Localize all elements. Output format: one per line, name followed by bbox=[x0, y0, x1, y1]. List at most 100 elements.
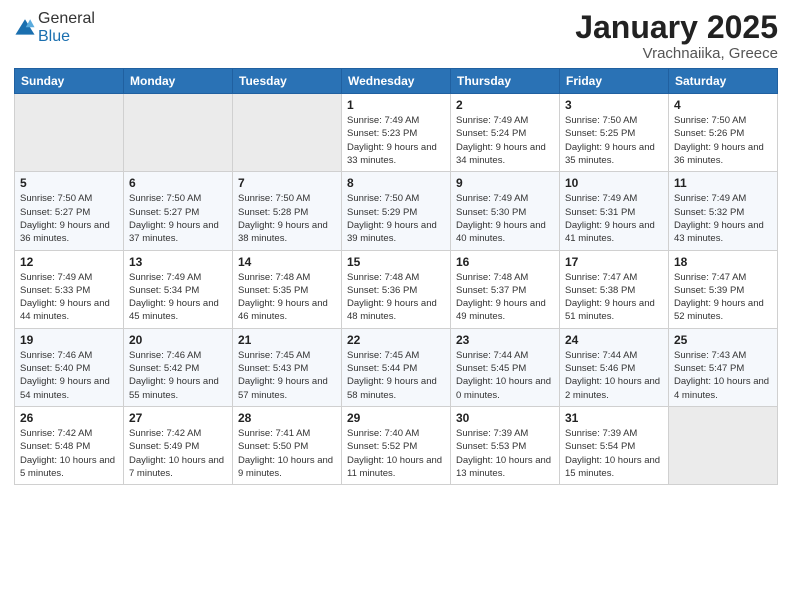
day-cell: 23 Sunrise: 7:44 AMSunset: 5:45 PMDayligh… bbox=[451, 328, 560, 406]
day-info: Sunrise: 7:46 AMSunset: 5:42 PMDaylight:… bbox=[129, 349, 227, 402]
day-info: Sunrise: 7:43 AMSunset: 5:47 PMDaylight:… bbox=[674, 349, 772, 402]
day-info: Sunrise: 7:48 AMSunset: 5:37 PMDaylight:… bbox=[456, 271, 554, 324]
day-header-friday: Friday bbox=[560, 69, 669, 94]
day-cell: 30 Sunrise: 7:39 AMSunset: 5:53 PMDayligh… bbox=[451, 406, 560, 484]
day-cell: 14 Sunrise: 7:48 AMSunset: 5:35 PMDayligh… bbox=[233, 250, 342, 328]
day-cell bbox=[15, 94, 124, 172]
day-info: Sunrise: 7:44 AMSunset: 5:46 PMDaylight:… bbox=[565, 349, 663, 402]
days-header-row: SundayMondayTuesdayWednesdayThursdayFrid… bbox=[15, 69, 778, 94]
day-info: Sunrise: 7:49 AMSunset: 5:33 PMDaylight:… bbox=[20, 271, 118, 324]
day-number: 25 bbox=[674, 333, 772, 347]
day-cell: 18 Sunrise: 7:47 AMSunset: 5:39 PMDayligh… bbox=[669, 250, 778, 328]
day-info: Sunrise: 7:49 AMSunset: 5:24 PMDaylight:… bbox=[456, 114, 554, 167]
day-cell: 17Sunrise: 7:47 AMSunset: 5:38 PMDayligh… bbox=[560, 250, 669, 328]
day-number: 6 bbox=[129, 176, 227, 190]
day-number: 3 bbox=[565, 98, 663, 112]
day-number: 14 bbox=[238, 255, 336, 269]
day-number: 30 bbox=[456, 411, 554, 425]
day-cell: 3 Sunrise: 7:50 AMSunset: 5:25 PMDaylight… bbox=[560, 94, 669, 172]
day-cell: 12 Sunrise: 7:49 AMSunset: 5:33 PMDayligh… bbox=[15, 250, 124, 328]
day-number: 24 bbox=[565, 333, 663, 347]
day-header-saturday: Saturday bbox=[669, 69, 778, 94]
day-info: Sunrise: 7:47 AMSunset: 5:39 PMDaylight:… bbox=[674, 271, 772, 324]
day-number: 22 bbox=[347, 333, 445, 347]
day-cell: 26 Sunrise: 7:42 AMSunset: 5:48 PMDayligh… bbox=[15, 406, 124, 484]
logo-icon bbox=[14, 17, 36, 39]
day-cell: 2 Sunrise: 7:49 AMSunset: 5:24 PMDaylight… bbox=[451, 94, 560, 172]
day-number: 4 bbox=[674, 98, 772, 112]
day-cell: 24 Sunrise: 7:44 AMSunset: 5:46 PMDayligh… bbox=[560, 328, 669, 406]
day-info: Sunrise: 7:49 AMSunset: 5:31 PMDaylight:… bbox=[565, 192, 663, 245]
day-cell bbox=[669, 406, 778, 484]
day-info: Sunrise: 7:50 AMSunset: 5:27 PMDaylight:… bbox=[20, 192, 118, 245]
day-cell: 15 Sunrise: 7:48 AMSunset: 5:36 PMDayligh… bbox=[342, 250, 451, 328]
day-info: Sunrise: 7:42 AMSunset: 5:48 PMDaylight:… bbox=[20, 427, 118, 480]
day-cell bbox=[233, 94, 342, 172]
day-cell: 27 Sunrise: 7:42 AMSunset: 5:49 PMDayligh… bbox=[124, 406, 233, 484]
day-info: Sunrise: 7:48 AMSunset: 5:35 PMDaylight:… bbox=[238, 271, 336, 324]
day-info: Sunrise: 7:50 AMSunset: 5:27 PMDaylight:… bbox=[129, 192, 227, 245]
day-number: 16 bbox=[456, 255, 554, 269]
day-info: Sunrise: 7:49 AMSunset: 5:34 PMDaylight:… bbox=[129, 271, 227, 324]
day-cell: 22 Sunrise: 7:45 AMSunset: 5:44 PMDayligh… bbox=[342, 328, 451, 406]
day-number: 27 bbox=[129, 411, 227, 425]
day-header-tuesday: Tuesday bbox=[233, 69, 342, 94]
day-header-monday: Monday bbox=[124, 69, 233, 94]
day-number: 29 bbox=[347, 411, 445, 425]
week-row-1: 1 Sunrise: 7:49 AMSunset: 5:23 PMDaylight… bbox=[15, 94, 778, 172]
day-number: 8 bbox=[347, 176, 445, 190]
day-info: Sunrise: 7:41 AMSunset: 5:50 PMDaylight:… bbox=[238, 427, 336, 480]
day-header-sunday: Sunday bbox=[15, 69, 124, 94]
day-cell: 5Sunrise: 7:50 AMSunset: 5:27 PMDaylight… bbox=[15, 172, 124, 250]
day-info: Sunrise: 7:45 AMSunset: 5:44 PMDaylight:… bbox=[347, 349, 445, 402]
day-cell: 13 Sunrise: 7:49 AMSunset: 5:34 PMDayligh… bbox=[124, 250, 233, 328]
day-number: 18 bbox=[674, 255, 772, 269]
day-cell bbox=[124, 94, 233, 172]
day-info: Sunrise: 7:39 AMSunset: 5:53 PMDaylight:… bbox=[456, 427, 554, 480]
day-number: 1 bbox=[347, 98, 445, 112]
day-number: 11 bbox=[674, 176, 772, 190]
day-cell: 16 Sunrise: 7:48 AMSunset: 5:37 PMDayligh… bbox=[451, 250, 560, 328]
day-header-wednesday: Wednesday bbox=[342, 69, 451, 94]
day-number: 31 bbox=[565, 411, 663, 425]
day-number: 28 bbox=[238, 411, 336, 425]
day-cell: 8 Sunrise: 7:50 AMSunset: 5:29 PMDaylight… bbox=[342, 172, 451, 250]
day-info: Sunrise: 7:42 AMSunset: 5:49 PMDaylight:… bbox=[129, 427, 227, 480]
day-cell: 20 Sunrise: 7:46 AMSunset: 5:42 PMDayligh… bbox=[124, 328, 233, 406]
week-row-4: 19Sunrise: 7:46 AMSunset: 5:40 PMDayligh… bbox=[15, 328, 778, 406]
day-number: 13 bbox=[129, 255, 227, 269]
day-number: 12 bbox=[20, 255, 118, 269]
day-number: 10 bbox=[565, 176, 663, 190]
logo-blue: Blue bbox=[38, 28, 70, 45]
day-info: Sunrise: 7:48 AMSunset: 5:36 PMDaylight:… bbox=[347, 271, 445, 324]
day-cell: 25 Sunrise: 7:43 AMSunset: 5:47 PMDayligh… bbox=[669, 328, 778, 406]
day-info: Sunrise: 7:44 AMSunset: 5:45 PMDaylight:… bbox=[456, 349, 554, 402]
day-info: Sunrise: 7:50 AMSunset: 5:25 PMDaylight:… bbox=[565, 114, 663, 167]
day-info: Sunrise: 7:45 AMSunset: 5:43 PMDaylight:… bbox=[238, 349, 336, 402]
day-cell: 9Sunrise: 7:49 AMSunset: 5:30 PMDaylight… bbox=[451, 172, 560, 250]
day-cell: 31 Sunrise: 7:39 AMSunset: 5:54 PMDayligh… bbox=[560, 406, 669, 484]
day-number: 7 bbox=[238, 176, 336, 190]
day-number: 26 bbox=[20, 411, 118, 425]
day-info: Sunrise: 7:46 AMSunset: 5:40 PMDaylight:… bbox=[20, 349, 118, 402]
day-info: Sunrise: 7:50 AMSunset: 5:29 PMDaylight:… bbox=[347, 192, 445, 245]
day-header-thursday: Thursday bbox=[451, 69, 560, 94]
day-cell: 10 Sunrise: 7:49 AMSunset: 5:31 PMDayligh… bbox=[560, 172, 669, 250]
day-info: Sunrise: 7:49 AMSunset: 5:30 PMDaylight:… bbox=[456, 192, 554, 245]
calendar-table: SundayMondayTuesdayWednesdayThursdayFrid… bbox=[14, 68, 778, 485]
day-info: Sunrise: 7:49 AMSunset: 5:23 PMDaylight:… bbox=[347, 114, 445, 167]
day-cell: 1 Sunrise: 7:49 AMSunset: 5:23 PMDaylight… bbox=[342, 94, 451, 172]
day-cell: 28 Sunrise: 7:41 AMSunset: 5:50 PMDayligh… bbox=[233, 406, 342, 484]
day-number: 2 bbox=[456, 98, 554, 112]
calendar-title: January 2025 bbox=[575, 10, 778, 45]
day-number: 15 bbox=[347, 255, 445, 269]
day-cell: 29Sunrise: 7:40 AMSunset: 5:52 PMDayligh… bbox=[342, 406, 451, 484]
page: General Blue January 2025 Vrachnaiika, G… bbox=[0, 0, 792, 612]
day-number: 23 bbox=[456, 333, 554, 347]
day-number: 20 bbox=[129, 333, 227, 347]
week-row-5: 26 Sunrise: 7:42 AMSunset: 5:48 PMDayligh… bbox=[15, 406, 778, 484]
header: General Blue January 2025 Vrachnaiika, G… bbox=[14, 10, 778, 62]
day-info: Sunrise: 7:50 AMSunset: 5:28 PMDaylight:… bbox=[238, 192, 336, 245]
day-info: Sunrise: 7:39 AMSunset: 5:54 PMDaylight:… bbox=[565, 427, 663, 480]
day-cell: 4Sunrise: 7:50 AMSunset: 5:26 PMDaylight… bbox=[669, 94, 778, 172]
